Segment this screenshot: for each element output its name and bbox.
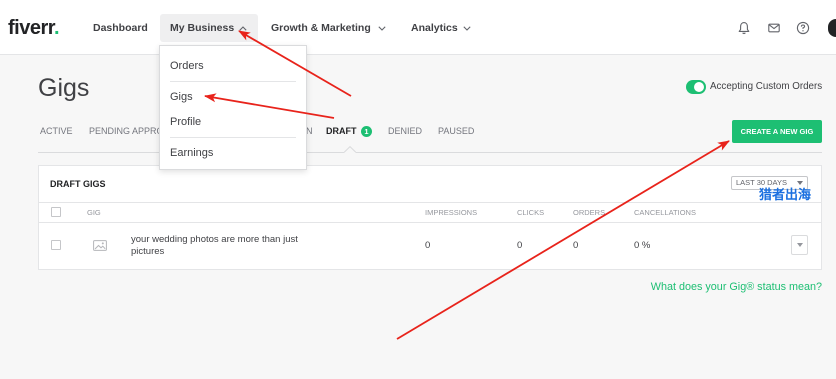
card-title: DRAFT GIGS	[50, 179, 106, 189]
draft-count-badge: 1	[361, 125, 372, 137]
menu-item-profile[interactable]: Profile	[170, 112, 201, 132]
nav-dashboard[interactable]: Dashboard	[93, 14, 148, 42]
col-impressions[interactable]: IMPRESSIONS	[425, 207, 477, 219]
menu-item-orders[interactable]: Orders	[170, 56, 204, 76]
divider	[39, 222, 821, 223]
chevron-down-icon[interactable]	[463, 25, 471, 31]
chevron-down-icon[interactable]	[378, 25, 386, 31]
chevron-down-icon	[797, 181, 803, 185]
my-business-menu: Orders Gigs Profile Earnings	[159, 45, 307, 170]
menu-item-gigs[interactable]: Gigs	[170, 87, 193, 107]
custom-orders-toggle[interactable]	[686, 80, 706, 94]
menu-divider	[170, 81, 296, 82]
col-gig: GIG	[87, 208, 101, 217]
mail-icon[interactable]	[767, 21, 781, 35]
tab-denied[interactable]: DENIED	[388, 125, 422, 137]
row-actions-dropdown[interactable]	[791, 235, 808, 255]
nav-analytics[interactable]: Analytics	[411, 14, 458, 42]
top-nav: fiverr. Dashboard My Business Growth & M…	[0, 0, 836, 55]
nav-growth-marketing[interactable]: Growth & Marketing	[271, 14, 371, 42]
menu-divider	[170, 137, 296, 138]
create-new-gig-button[interactable]: CREATE A NEW GIG	[732, 120, 822, 143]
chevron-up-icon	[239, 25, 247, 31]
help-icon[interactable]	[796, 21, 810, 35]
tabs-divider	[38, 152, 822, 153]
nav-my-business-label: My Business	[170, 22, 235, 34]
watermark: 猎者出海	[759, 187, 812, 202]
avatar[interactable]	[828, 19, 836, 37]
menu-item-earnings[interactable]: Earnings	[170, 143, 213, 163]
selected-tab-indicator	[344, 146, 356, 153]
gig-title-link[interactable]: your wedding photos are more than just p…	[131, 234, 311, 258]
toggle-knob	[694, 82, 704, 92]
col-cancellations[interactable]: CANCELLATIONS	[634, 207, 696, 219]
draft-gigs-card: DRAFT GIGS LAST 30 DAYS 猎者出海 GIG IMPRESS…	[38, 165, 822, 270]
image-placeholder-icon	[93, 240, 107, 251]
tab-paused[interactable]: PAUSED	[438, 125, 474, 137]
gig-clicks: 0	[517, 240, 523, 251]
custom-orders-label: Accepting Custom Orders	[710, 81, 823, 92]
select-all-checkbox[interactable]	[51, 207, 61, 217]
logo-dot: .	[53, 17, 60, 39]
row-checkbox[interactable]	[51, 240, 61, 250]
tab-draft[interactable]: DRAFT	[326, 125, 357, 137]
nav-my-business[interactable]: My Business	[160, 14, 258, 42]
gig-orders: 0	[573, 240, 579, 251]
col-orders[interactable]: ORDERS	[573, 207, 605, 219]
page-title: Gigs	[38, 74, 90, 102]
divider	[39, 202, 821, 203]
tab-pending-approval[interactable]: PENDING APPRO	[89, 125, 164, 137]
tab-active[interactable]: ACTIVE	[40, 125, 73, 137]
logo-text: fiverr	[8, 17, 54, 39]
fiverr-logo[interactable]: fiverr.	[8, 14, 60, 42]
bell-icon[interactable]	[737, 21, 751, 35]
gig-cancellations: 0 %	[634, 240, 651, 251]
gig-status-help-link[interactable]: What does your Gig® status mean?	[651, 281, 822, 294]
gig-impressions: 0	[425, 240, 431, 251]
chevron-down-icon	[797, 243, 803, 247]
col-clicks[interactable]: CLICKS	[517, 207, 544, 219]
